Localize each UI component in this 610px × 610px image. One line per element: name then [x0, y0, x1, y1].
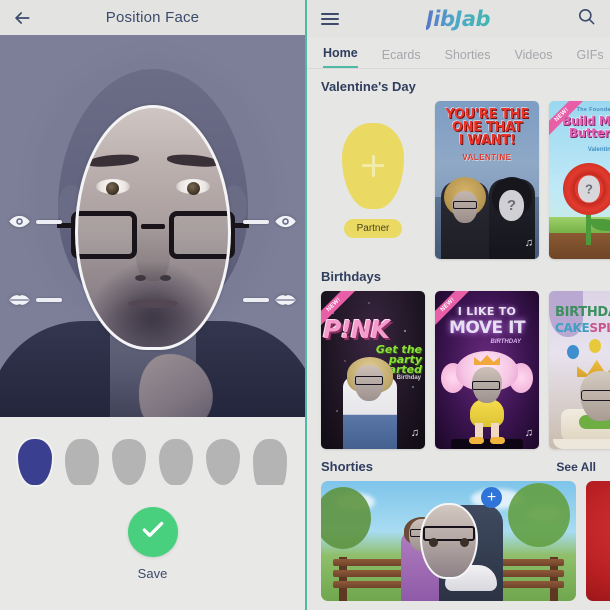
- add-face-button[interactable]: +: [481, 487, 502, 508]
- eye-right-guide-line: [243, 219, 269, 224]
- card-build-me-up-buttercup[interactable]: NEW! The Foundations Build Me UpButtercu…: [549, 101, 610, 259]
- mouth-right-marker[interactable]: [243, 293, 297, 307]
- check-icon: [140, 517, 166, 548]
- tab-gifs[interactable]: GIFs: [577, 48, 604, 68]
- face-oval-mask[interactable]: [74, 105, 231, 350]
- glasses-icon: [581, 390, 610, 401]
- face-shape-option-2[interactable]: [65, 439, 99, 485]
- card-pink[interactable]: NEW! P!NK Get the party started Birthday…: [321, 291, 425, 449]
- mouth-right-guide-line: [243, 298, 269, 302]
- tab-videos[interactable]: Videos: [515, 48, 553, 68]
- section-header: Birthdays: [307, 269, 610, 291]
- app-header: JibJab: [307, 0, 610, 37]
- hamburger-menu-icon[interactable]: [321, 12, 339, 25]
- card-subtitle: Valentine: [587, 147, 610, 153]
- card-headline: P!NK: [323, 315, 390, 344]
- partner-placeholder-shape: [342, 122, 404, 209]
- lips-icon: [274, 293, 297, 307]
- tab-home[interactable]: Home: [323, 46, 358, 68]
- section-title: Birthdays: [321, 269, 381, 284]
- eye-left-guide-line: [36, 219, 62, 224]
- card-line-2a: CAKE: [555, 321, 590, 335]
- eye-icon: [274, 215, 297, 228]
- card-row: Partner YOU'RE THE ONE THAT I WANT! VALENT…: [307, 101, 610, 259]
- face-shape-picker: [0, 417, 305, 485]
- position-face-screen: Position Face Save: [0, 0, 305, 610]
- mouth-left-marker[interactable]: [8, 293, 62, 307]
- glasses-icon: [472, 381, 500, 390]
- card-line-2b: SPLAT: [589, 321, 610, 335]
- section-header: Valentine's Day: [307, 79, 610, 101]
- section-title: Shorties: [321, 459, 374, 474]
- music-note-icon: ♫: [524, 237, 533, 249]
- save-label: Save: [137, 566, 168, 581]
- music-note-icon: ♫: [410, 427, 419, 439]
- card-subtitle: BIRTHDAY: [490, 339, 521, 345]
- face-shape-option-4[interactable]: [159, 439, 193, 485]
- card-line-2: CAKESPLAT: [555, 321, 610, 335]
- card-row: +: [307, 481, 610, 601]
- card-face-placeholder: ?: [578, 175, 600, 203]
- add-partner-card[interactable]: Partner: [321, 101, 425, 259]
- card-line-2: MOVE IT: [448, 318, 526, 338]
- jibjab-logo: JibJab: [425, 6, 491, 31]
- card-subtitle: VALENTINE: [462, 153, 512, 162]
- card-birthday-cake-splat[interactable]: BIRTHDAY CAKESPLAT: [549, 291, 610, 449]
- save-section: Save: [0, 507, 305, 581]
- section-valentines-day: Valentine's Day Partner YOU'RE THE ONE TH…: [307, 69, 610, 259]
- plus-icon: +: [486, 488, 497, 506]
- card-face-placeholder: ?: [499, 190, 524, 221]
- mouth-left-guide-line: [36, 298, 62, 302]
- card-line-1: BIRTHDAY: [555, 305, 610, 320]
- card-i-like-to-move-it[interactable]: NEW! I LIKE TO MOVE IT BIRTHDAY ♫: [435, 291, 539, 449]
- save-button[interactable]: [127, 507, 178, 557]
- face-shape-option-1[interactable]: [18, 439, 52, 485]
- face-shape-option-3[interactable]: [112, 439, 146, 485]
- glasses-icon: [453, 201, 477, 209]
- section-birthdays: Birthdays NEW! P!NK Get the party starte…: [307, 259, 610, 449]
- eye-icon: [8, 215, 31, 228]
- partner-label: Partner: [343, 218, 403, 238]
- card-flower: ?: [557, 157, 610, 221]
- tab-ecards[interactable]: Ecards: [382, 48, 421, 68]
- glasses-icon: [355, 376, 383, 385]
- tab-bar: Home Ecards Shorties Videos GIFs: [307, 37, 610, 69]
- short-red[interactable]: [586, 481, 610, 601]
- card-headline: YOU'RE THE ONE THAT I WANT!: [445, 107, 529, 148]
- card-youre-the-one[interactable]: YOU'RE THE ONE THAT I WANT! VALENTINE ? ♫: [435, 101, 539, 259]
- section-shorties: Shorties See All +: [307, 449, 610, 601]
- face-shape-option-6[interactable]: [253, 439, 287, 485]
- tab-shorties[interactable]: Shorties: [445, 48, 491, 68]
- left-header: Position Face: [0, 0, 305, 35]
- arrow-left-icon: [12, 8, 32, 28]
- jibjab-home-screen: JibJab Home Ecards Shorties Videos GIFs …: [305, 0, 610, 610]
- lips-icon: [8, 293, 31, 307]
- eye-left-marker[interactable]: [8, 215, 62, 228]
- app-root: Position Face Save JibJab Home Ecards Sh…: [0, 0, 610, 610]
- face-shape-option-5[interactable]: [206, 439, 240, 485]
- section-title: Valentine's Day: [321, 79, 416, 94]
- page-title: Position Face: [105, 9, 200, 26]
- back-button[interactable]: [0, 0, 44, 35]
- eye-right-marker[interactable]: [243, 215, 297, 228]
- card-sub2: Birthday: [396, 375, 421, 381]
- short-park-bench[interactable]: +: [321, 481, 576, 601]
- search-icon[interactable]: [577, 7, 596, 31]
- section-header: Shorties See All: [307, 459, 610, 481]
- photo-editor-stage[interactable]: [0, 35, 305, 417]
- card-row: NEW! P!NK Get the party started Birthday…: [307, 291, 610, 449]
- see-all-link[interactable]: See All: [556, 460, 596, 474]
- music-note-icon: ♫: [524, 427, 533, 439]
